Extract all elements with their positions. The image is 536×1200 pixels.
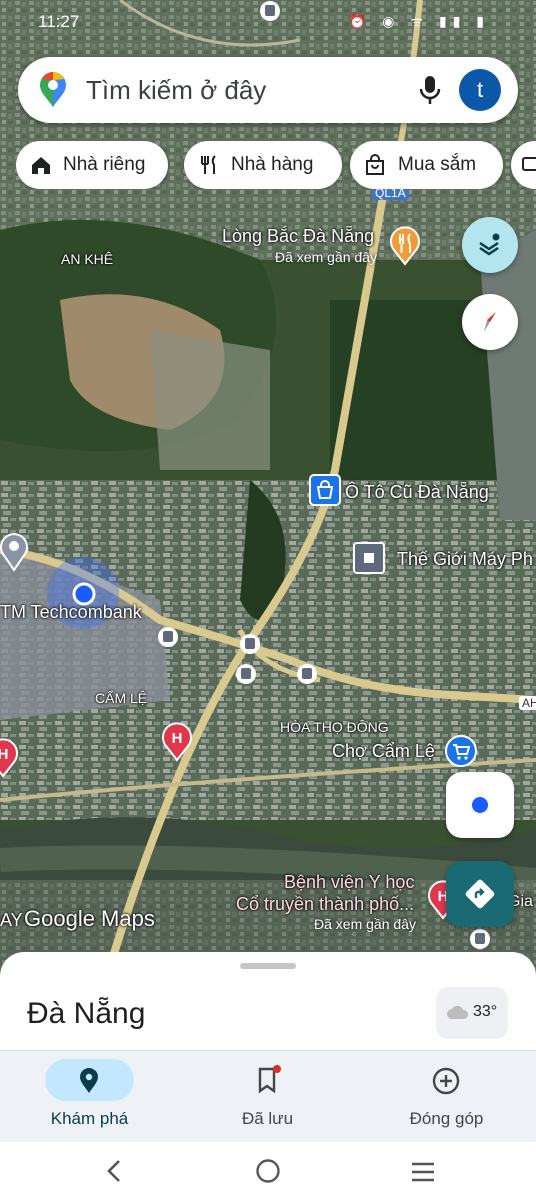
place-name: Đà Nẵng bbox=[27, 997, 146, 1030]
directions-icon bbox=[465, 879, 495, 909]
add-circle-icon bbox=[432, 1067, 460, 1095]
category-chips: Nhà riêng Nhà hàng Mua sắm bbox=[16, 141, 536, 189]
compass-button[interactable] bbox=[462, 294, 518, 350]
bus-stop-icon[interactable] bbox=[469, 928, 491, 950]
weather-chip[interactable]: 33° bbox=[436, 987, 508, 1039]
cloud-icon bbox=[447, 1005, 469, 1019]
restaurant-marker-icon[interactable] bbox=[388, 226, 422, 266]
place-marker-square-icon[interactable] bbox=[353, 542, 385, 574]
status-icons: ⏰ ◉ ᯤ ▮▮ ▮ bbox=[348, 13, 490, 29]
nav-explore-label: Khám phá bbox=[50, 1109, 129, 1128]
layers-icon bbox=[479, 233, 500, 256]
layers-button[interactable] bbox=[462, 217, 518, 273]
google-maps-pin-icon bbox=[40, 72, 66, 107]
home-icon bbox=[32, 157, 50, 174]
sheet-drag-handle[interactable] bbox=[240, 963, 296, 969]
nav-contribute[interactable]: Đóng góp bbox=[357, 1051, 536, 1143]
place-pin-icon[interactable] bbox=[0, 532, 32, 572]
bus-stop-icon[interactable] bbox=[235, 663, 257, 685]
shopping-marker-icon[interactable] bbox=[309, 474, 341, 508]
hospital-marker-left-icon[interactable]: H bbox=[0, 738, 18, 778]
compass-icon bbox=[484, 312, 496, 332]
nav-saved[interactable]: Đã lưu bbox=[178, 1051, 357, 1143]
map-label-cam-le: CẨM LỆ bbox=[95, 690, 148, 706]
map-label-an-khe: AN KHÊ bbox=[61, 251, 114, 267]
chip-home-label: Nhà riêng bbox=[63, 154, 146, 175]
map-label-techcombank[interactable]: TM Techcombank bbox=[0, 602, 142, 623]
map-label-benh-vien-1[interactable]: Bệnh viện Y học bbox=[284, 872, 414, 893]
chip-restaurant-label: Nhà hàng bbox=[231, 154, 314, 175]
my-location-icon bbox=[472, 797, 488, 813]
nav-explore[interactable]: Khám phá bbox=[0, 1051, 179, 1143]
map-label-hoa-tho: HÒA THỌ ĐÔNG bbox=[280, 719, 389, 735]
status-time: 11:27 bbox=[38, 12, 80, 31]
search-bar[interactable]: Tìm kiếm ở đây t bbox=[18, 57, 518, 123]
chip-home[interactable]: Nhà riêng bbox=[16, 141, 168, 189]
restaurant-icon bbox=[201, 155, 216, 174]
bottom-navigation: Khám phá Đã lưu Đóng góp bbox=[0, 1050, 536, 1143]
google-maps-logo: Google Maps bbox=[24, 906, 155, 931]
map-label-cho-cam-le[interactable]: Chợ Cẩm Lệ bbox=[332, 741, 435, 762]
map-label-the-gioi[interactable]: Thế Giới Máy Ph bbox=[397, 549, 533, 570]
map-sublabel-long-bac: Đã xem gần đây bbox=[275, 249, 377, 265]
current-location-dot-icon bbox=[72, 582, 96, 606]
explore-pin-icon bbox=[80, 1068, 98, 1093]
chip-more[interactable] bbox=[511, 141, 536, 189]
home-circle-icon[interactable] bbox=[255, 1158, 281, 1184]
account-avatar[interactable]: t bbox=[459, 69, 501, 111]
chip-restaurant[interactable]: Nhà hàng bbox=[184, 141, 342, 189]
hospital-marker-icon[interactable]: H bbox=[160, 722, 194, 762]
map-label-ay: AY bbox=[0, 910, 23, 930]
weather-temperature: 33° bbox=[473, 1003, 498, 1020]
search-input[interactable]: Tìm kiếm ở đây bbox=[86, 75, 266, 106]
directions-button[interactable] bbox=[446, 861, 514, 927]
shopping-icon bbox=[366, 154, 384, 175]
svg-text:H: H bbox=[172, 730, 183, 747]
recents-icon[interactable] bbox=[410, 1161, 436, 1183]
status-bar: 11:27 ⏰ ◉ ᯤ ▮▮ ▮ bbox=[0, 0, 536, 44]
bookmark-icon bbox=[258, 1065, 281, 1094]
more-category-icon bbox=[522, 157, 536, 171]
map-label-oto[interactable]: Ô Tô Cũ Đà Nẵng bbox=[345, 482, 489, 503]
bus-stop-icon[interactable] bbox=[296, 663, 318, 685]
microphone-icon[interactable] bbox=[416, 74, 444, 106]
my-location-button[interactable] bbox=[446, 772, 514, 838]
map-label-long-bac[interactable]: Lòng Bắc Đà Nẵng bbox=[222, 226, 374, 247]
map-label-benh-vien-2[interactable]: Cổ truyền thành phố... bbox=[236, 894, 414, 915]
chip-shopping[interactable]: Mua sắm bbox=[350, 141, 503, 189]
nav-contribute-label: Đóng góp bbox=[409, 1109, 484, 1128]
system-navigation-bar bbox=[0, 1142, 536, 1200]
bus-stop-icon[interactable] bbox=[239, 633, 261, 655]
bus-stop-icon[interactable] bbox=[157, 626, 179, 648]
chip-shopping-label: Mua sắm bbox=[398, 154, 477, 175]
svg-text:H: H bbox=[0, 746, 8, 763]
road-shield-ah: AH bbox=[519, 696, 536, 710]
map-sublabel-benh-vien: Đã xem gần đây bbox=[314, 916, 416, 932]
nav-saved-label: Đã lưu bbox=[241, 1109, 294, 1128]
cart-marker-icon[interactable] bbox=[444, 734, 478, 768]
back-icon[interactable] bbox=[104, 1159, 124, 1183]
